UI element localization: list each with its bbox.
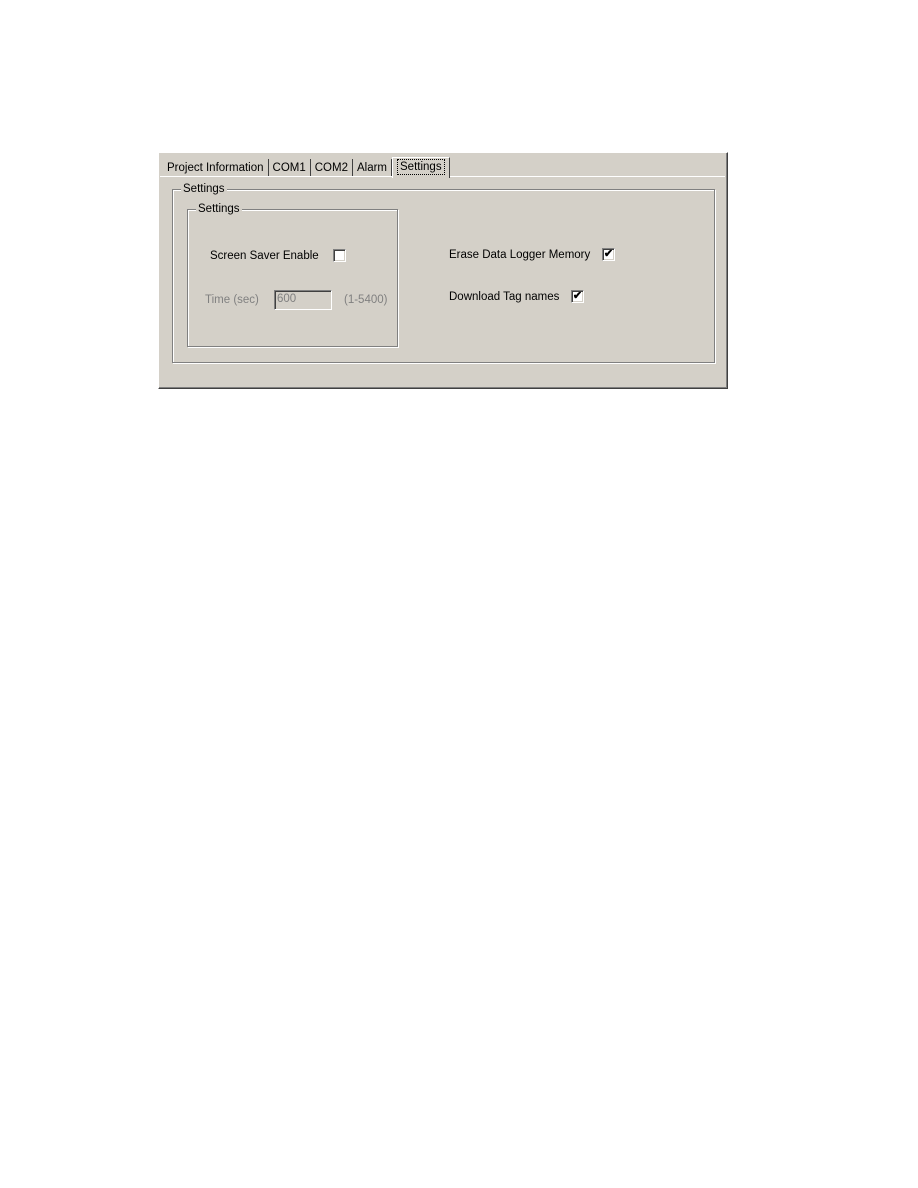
tab-com2[interactable]: COM2	[311, 159, 353, 177]
erase-logger-label: Erase Data Logger Memory	[449, 249, 591, 261]
tab-label: COM2	[314, 162, 348, 174]
time-label: Time (sec)	[205, 294, 259, 306]
tab-label: Project Information	[167, 162, 264, 174]
erase-logger-checkbox[interactable]: ✔	[602, 248, 615, 261]
tab-label: COM1	[272, 162, 306, 174]
screen-saver-checkbox[interactable]	[333, 249, 346, 262]
time-range-label: (1-5400)	[344, 294, 388, 306]
tab-panel: Settings Settings Screen Saver Enable Ti…	[160, 176, 725, 386]
tab-alarm[interactable]: Alarm	[353, 159, 393, 177]
download-tags-label: Download Tag names	[449, 291, 560, 303]
settings-dialog: Project Information COM1 COM2 Alarm Sett…	[158, 152, 728, 389]
download-tags-checkbox[interactable]: ✔	[571, 290, 584, 303]
tab-label: Alarm	[356, 162, 388, 174]
settings-group-title: Settings	[181, 182, 227, 196]
inner-group-title: Settings	[196, 202, 242, 216]
checkmark-icon: ✔	[572, 290, 583, 302]
tab-label: Settings	[397, 159, 445, 175]
time-input[interactable]: 600	[274, 290, 332, 310]
tab-bar: Project Information COM1 COM2 Alarm Sett…	[163, 157, 450, 178]
tab-settings[interactable]: Settings	[392, 157, 450, 178]
screen-saver-label: Screen Saver Enable	[210, 250, 319, 262]
settings-groupbox: Settings Settings Screen Saver Enable Ti…	[172, 182, 715, 363]
tab-project-information[interactable]: Project Information	[163, 159, 269, 177]
screen-saver-groupbox: Settings Screen Saver Enable Time (sec) …	[187, 202, 398, 347]
tab-com1[interactable]: COM1	[269, 159, 311, 177]
checkmark-icon: ✔	[603, 248, 614, 260]
